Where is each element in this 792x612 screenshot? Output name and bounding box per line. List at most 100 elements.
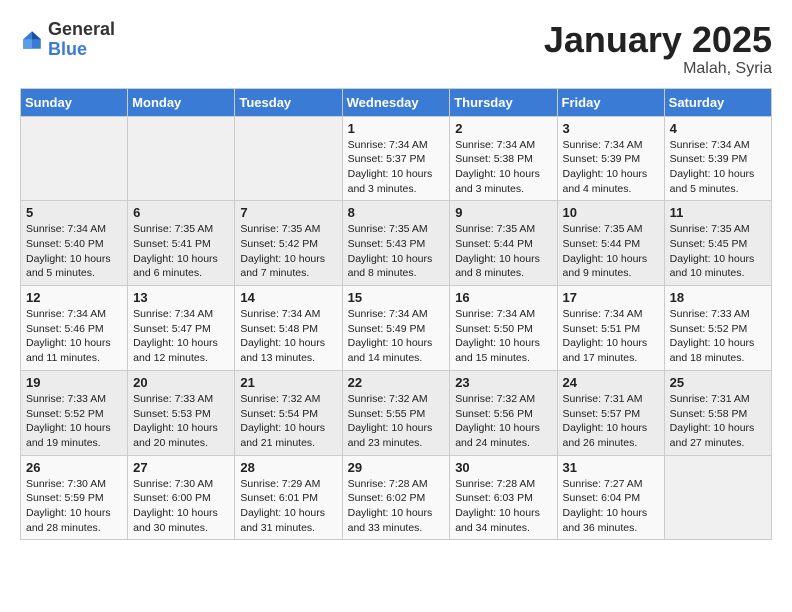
- day-number: 22: [348, 375, 445, 390]
- day-number: 28: [240, 460, 336, 475]
- calendar-cell: 22 Sunrise: 7:32 AM Sunset: 5:55 PM Dayli…: [342, 370, 450, 455]
- calendar-cell: 13 Sunrise: 7:34 AM Sunset: 5:47 PM Dayli…: [128, 286, 235, 371]
- calendar-cell: 1 Sunrise: 7:34 AM Sunset: 5:37 PM Daylig…: [342, 116, 450, 201]
- day-number: 6: [133, 205, 229, 220]
- day-number: 31: [563, 460, 659, 475]
- day-number: 7: [240, 205, 336, 220]
- day-number: 20: [133, 375, 229, 390]
- day-number: 8: [348, 205, 445, 220]
- day-number: 21: [240, 375, 336, 390]
- calendar-table: SundayMondayTuesdayWednesdayThursdayFrid…: [20, 88, 772, 541]
- logo-general: General: [48, 20, 115, 40]
- header-day-wednesday: Wednesday: [342, 88, 450, 116]
- day-info: Sunrise: 7:34 AM Sunset: 5:48 PM Dayligh…: [240, 307, 336, 366]
- calendar-cell: 27 Sunrise: 7:30 AM Sunset: 6:00 PM Dayli…: [128, 455, 235, 540]
- day-info: Sunrise: 7:32 AM Sunset: 5:55 PM Dayligh…: [348, 392, 445, 451]
- calendar-week-row: 19 Sunrise: 7:33 AM Sunset: 5:52 PM Dayli…: [21, 370, 772, 455]
- calendar-cell: 31 Sunrise: 7:27 AM Sunset: 6:04 PM Dayli…: [557, 455, 664, 540]
- day-number: 29: [348, 460, 445, 475]
- day-info: Sunrise: 7:29 AM Sunset: 6:01 PM Dayligh…: [240, 477, 336, 536]
- day-info: Sunrise: 7:34 AM Sunset: 5:37 PM Dayligh…: [348, 138, 445, 197]
- day-number: 10: [563, 205, 659, 220]
- day-number: 19: [26, 375, 122, 390]
- day-number: 4: [670, 121, 766, 136]
- logo: General Blue: [20, 20, 115, 60]
- page-header: General Blue January 2025 Malah, Syria: [20, 20, 772, 78]
- calendar-cell: 8 Sunrise: 7:35 AM Sunset: 5:43 PM Daylig…: [342, 201, 450, 286]
- day-info: Sunrise: 7:34 AM Sunset: 5:51 PM Dayligh…: [563, 307, 659, 366]
- calendar-header-row: SundayMondayTuesdayWednesdayThursdayFrid…: [21, 88, 772, 116]
- header-day-tuesday: Tuesday: [235, 88, 342, 116]
- day-info: Sunrise: 7:31 AM Sunset: 5:57 PM Dayligh…: [563, 392, 659, 451]
- day-info: Sunrise: 7:27 AM Sunset: 6:04 PM Dayligh…: [563, 477, 659, 536]
- day-number: 3: [563, 121, 659, 136]
- day-info: Sunrise: 7:35 AM Sunset: 5:41 PM Dayligh…: [133, 222, 229, 281]
- calendar-week-row: 5Sunrise: 7:34 AM Sunset: 5:40 PM Daylig…: [21, 201, 772, 286]
- day-info: Sunrise: 7:34 AM Sunset: 5:50 PM Dayligh…: [455, 307, 551, 366]
- day-number: 12: [26, 290, 122, 305]
- calendar-cell: 30Sunrise: 7:28 AM Sunset: 6:03 PM Dayli…: [450, 455, 557, 540]
- calendar-cell: 28 Sunrise: 7:29 AM Sunset: 6:01 PM Dayli…: [235, 455, 342, 540]
- calendar-week-row: 1 Sunrise: 7:34 AM Sunset: 5:37 PM Daylig…: [21, 116, 772, 201]
- calendar-cell: 3 Sunrise: 7:34 AM Sunset: 5:39 PM Daylig…: [557, 116, 664, 201]
- calendar-cell: 11Sunrise: 7:35 AM Sunset: 5:45 PM Dayli…: [664, 201, 771, 286]
- day-number: 15: [348, 290, 445, 305]
- calendar-title-area: January 2025 Malah, Syria: [544, 20, 772, 78]
- day-info: Sunrise: 7:35 AM Sunset: 5:43 PM Dayligh…: [348, 222, 445, 281]
- day-number: 5: [26, 205, 122, 220]
- day-info: Sunrise: 7:35 AM Sunset: 5:44 PM Dayligh…: [455, 222, 551, 281]
- day-number: 16: [455, 290, 551, 305]
- logo-icon: [20, 28, 44, 52]
- calendar-week-row: 26Sunrise: 7:30 AM Sunset: 5:59 PM Dayli…: [21, 455, 772, 540]
- calendar-cell: [235, 116, 342, 201]
- day-info: Sunrise: 7:33 AM Sunset: 5:52 PM Dayligh…: [26, 392, 122, 451]
- calendar-cell: 29 Sunrise: 7:28 AM Sunset: 6:02 PM Dayli…: [342, 455, 450, 540]
- calendar-cell: 25 Sunrise: 7:31 AM Sunset: 5:58 PM Dayli…: [664, 370, 771, 455]
- calendar-cell: 6 Sunrise: 7:35 AM Sunset: 5:41 PM Daylig…: [128, 201, 235, 286]
- day-number: 23: [455, 375, 551, 390]
- day-number: 1: [348, 121, 445, 136]
- header-day-sunday: Sunday: [21, 88, 128, 116]
- calendar-cell: 4 Sunrise: 7:34 AM Sunset: 5:39 PM Daylig…: [664, 116, 771, 201]
- calendar-title: January 2025: [544, 20, 772, 60]
- header-day-saturday: Saturday: [664, 88, 771, 116]
- calendar-cell: 18 Sunrise: 7:33 AM Sunset: 5:52 PM Dayli…: [664, 286, 771, 371]
- calendar-cell: 24Sunrise: 7:31 AM Sunset: 5:57 PM Dayli…: [557, 370, 664, 455]
- day-number: 18: [670, 290, 766, 305]
- day-number: 30: [455, 460, 551, 475]
- day-info: Sunrise: 7:31 AM Sunset: 5:58 PM Dayligh…: [670, 392, 766, 451]
- day-info: Sunrise: 7:35 AM Sunset: 5:44 PM Dayligh…: [563, 222, 659, 281]
- logo-blue: Blue: [48, 40, 115, 60]
- day-number: 17: [563, 290, 659, 305]
- day-number: 26: [26, 460, 122, 475]
- calendar-cell: 20 Sunrise: 7:33 AM Sunset: 5:53 PM Dayli…: [128, 370, 235, 455]
- day-info: Sunrise: 7:34 AM Sunset: 5:38 PM Dayligh…: [455, 138, 551, 197]
- day-info: Sunrise: 7:34 AM Sunset: 5:47 PM Dayligh…: [133, 307, 229, 366]
- calendar-cell: 15 Sunrise: 7:34 AM Sunset: 5:49 PM Dayli…: [342, 286, 450, 371]
- day-info: Sunrise: 7:32 AM Sunset: 5:56 PM Dayligh…: [455, 392, 551, 451]
- day-number: 27: [133, 460, 229, 475]
- calendar-cell: 21Sunrise: 7:32 AM Sunset: 5:54 PM Dayli…: [235, 370, 342, 455]
- day-number: 25: [670, 375, 766, 390]
- calendar-week-row: 12 Sunrise: 7:34 AM Sunset: 5:46 PM Dayli…: [21, 286, 772, 371]
- day-info: Sunrise: 7:35 AM Sunset: 5:45 PM Dayligh…: [670, 222, 766, 281]
- day-info: Sunrise: 7:30 AM Sunset: 6:00 PM Dayligh…: [133, 477, 229, 536]
- day-info: Sunrise: 7:34 AM Sunset: 5:49 PM Dayligh…: [348, 307, 445, 366]
- header-day-monday: Monday: [128, 88, 235, 116]
- day-info: Sunrise: 7:34 AM Sunset: 5:39 PM Dayligh…: [563, 138, 659, 197]
- calendar-cell: 9Sunrise: 7:35 AM Sunset: 5:44 PM Daylig…: [450, 201, 557, 286]
- calendar-cell: 10 Sunrise: 7:35 AM Sunset: 5:44 PM Dayli…: [557, 201, 664, 286]
- day-info: Sunrise: 7:34 AM Sunset: 5:39 PM Dayligh…: [670, 138, 766, 197]
- calendar-cell: 14Sunrise: 7:34 AM Sunset: 5:48 PM Dayli…: [235, 286, 342, 371]
- day-info: Sunrise: 7:33 AM Sunset: 5:52 PM Dayligh…: [670, 307, 766, 366]
- day-info: Sunrise: 7:28 AM Sunset: 6:02 PM Dayligh…: [348, 477, 445, 536]
- day-info: Sunrise: 7:33 AM Sunset: 5:53 PM Dayligh…: [133, 392, 229, 451]
- header-day-friday: Friday: [557, 88, 664, 116]
- day-info: Sunrise: 7:34 AM Sunset: 5:46 PM Dayligh…: [26, 307, 122, 366]
- calendar-cell: 12 Sunrise: 7:34 AM Sunset: 5:46 PM Dayli…: [21, 286, 128, 371]
- calendar-cell: [664, 455, 771, 540]
- day-number: 13: [133, 290, 229, 305]
- calendar-cell: [128, 116, 235, 201]
- calendar-subtitle: Malah, Syria: [544, 60, 772, 78]
- calendar-cell: [21, 116, 128, 201]
